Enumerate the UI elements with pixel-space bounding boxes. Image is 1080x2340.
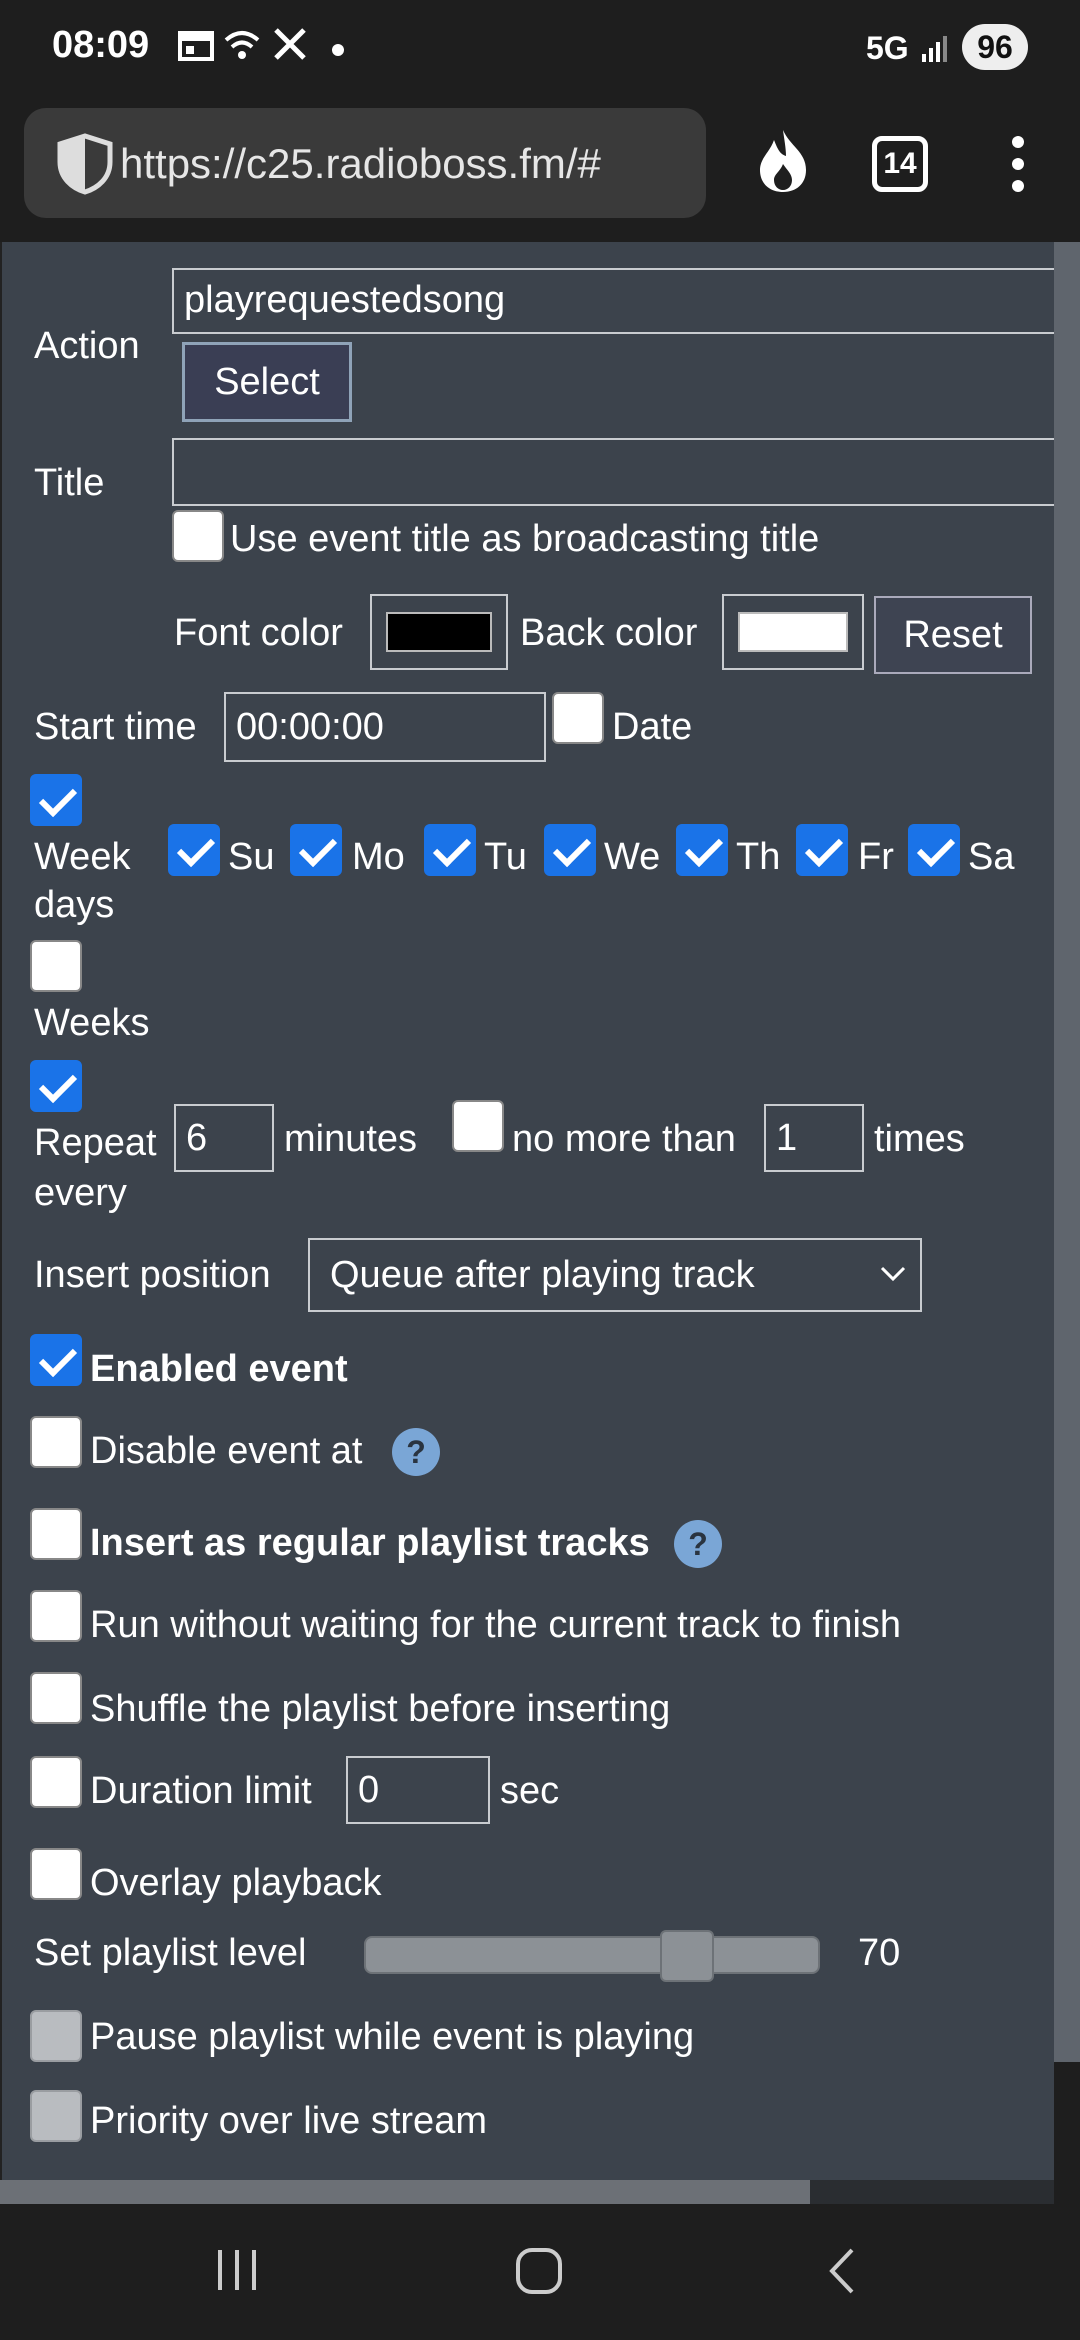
day-tu-checkbox[interactable]: [424, 824, 476, 876]
week-days-label-2: days: [34, 884, 115, 926]
slider-thumb[interactable]: [660, 1930, 714, 1982]
priority-checkbox[interactable]: [30, 2090, 82, 2142]
status-time: 08:09: [52, 24, 150, 66]
enabled-event-label: Enabled event: [90, 1348, 348, 1390]
playlist-level-value: 70: [858, 1932, 901, 1974]
insert-position-select[interactable]: Queue after playing track: [308, 1238, 922, 1312]
repeat-label-2: every: [34, 1172, 127, 1214]
day-su-label: Su: [228, 836, 275, 878]
day-tu-label: Tu: [484, 836, 527, 878]
enabled-event-checkbox[interactable]: [30, 1334, 82, 1386]
home-icon[interactable]: [514, 2246, 564, 2301]
no-more-than-checkbox[interactable]: [452, 1100, 504, 1152]
insert-regular-checkbox[interactable]: [30, 1508, 82, 1560]
week-days-label: Week: [34, 836, 131, 878]
minutes-label: minutes: [284, 1118, 418, 1160]
horizontal-scrollbar-thumb[interactable]: [0, 2180, 810, 2204]
sec-label: sec: [500, 1770, 560, 1812]
run-without-waiting-checkbox[interactable]: [30, 1590, 82, 1642]
day-su-checkbox[interactable]: [168, 824, 220, 876]
day-we-label: We: [604, 836, 661, 878]
week-days-checkbox[interactable]: [30, 774, 82, 826]
day-sa-checkbox[interactable]: [908, 824, 960, 876]
date-label: Date: [612, 706, 693, 748]
times-label: times: [874, 1118, 965, 1160]
insert-position-label: Insert position: [34, 1254, 271, 1296]
day-fr-checkbox[interactable]: [796, 824, 848, 876]
back-icon[interactable]: [826, 2246, 856, 2301]
shield-icon[interactable]: [54, 132, 116, 201]
recent-apps-icon[interactable]: [214, 2248, 260, 2297]
day-fr-label: Fr: [858, 836, 894, 878]
insert-regular-label: Insert as regular playlist tracks: [90, 1522, 650, 1564]
tab-switcher-button[interactable]: 14: [872, 136, 928, 192]
back-color-swatch: [738, 612, 848, 652]
flame-icon[interactable]: [754, 128, 812, 199]
pause-playlist-label: Pause playlist while event is playing: [90, 2016, 695, 2058]
notification-dot-icon: [332, 44, 344, 56]
duration-limit-input[interactable]: 0: [346, 1756, 490, 1824]
action-input[interactable]: playrequestedsong: [172, 268, 1054, 334]
battery-indicator: 96: [962, 24, 1028, 70]
playlist-level-slider[interactable]: [364, 1930, 820, 1982]
font-color-picker[interactable]: [370, 594, 508, 670]
day-mo-label: Mo: [352, 836, 405, 878]
day-we-checkbox[interactable]: [544, 824, 596, 876]
day-mo-checkbox[interactable]: [290, 824, 342, 876]
vertical-scrollbar[interactable]: [1054, 242, 1080, 2062]
overlay-playback-label: Overlay playback: [90, 1862, 382, 1904]
start-time-label: Start time: [34, 706, 197, 748]
shuffle-label: Shuffle the playlist before inserting: [90, 1688, 671, 1730]
weeks-checkbox[interactable]: [30, 940, 82, 992]
help-icon[interactable]: ?: [392, 1428, 440, 1476]
repeat-checkbox[interactable]: [30, 1060, 82, 1112]
wifi-icon: [222, 28, 262, 71]
playlist-level-label: Set playlist level: [34, 1932, 307, 1974]
day-th-checkbox[interactable]: [676, 824, 728, 876]
font-color-label: Font color: [174, 612, 343, 654]
duration-limit-label: Duration limit: [90, 1770, 312, 1812]
back-color-label: Back color: [520, 612, 698, 654]
x-app-icon: [272, 26, 308, 71]
start-time-input[interactable]: 00:00:00: [224, 692, 546, 762]
title-label: Title: [34, 462, 105, 504]
pause-playlist-checkbox[interactable]: [30, 2010, 82, 2062]
duration-limit-checkbox[interactable]: [30, 1756, 82, 1808]
font-color-swatch: [386, 612, 492, 652]
use-title-checkbox[interactable]: [172, 510, 224, 562]
title-input[interactable]: [172, 438, 1054, 506]
shuffle-checkbox[interactable]: [30, 1672, 82, 1724]
date-checkbox[interactable]: [552, 692, 604, 744]
network-type: 5G: [866, 30, 909, 66]
insert-position-value: Queue after playing track: [330, 1254, 755, 1296]
horizontal-scrollbar-track: [810, 2180, 1054, 2204]
signal-icon: [920, 34, 950, 64]
no-more-than-label: no more than: [512, 1118, 736, 1160]
run-without-waiting-label: Run without waiting for the current trac…: [90, 1604, 902, 1646]
disable-event-label: Disable event at: [90, 1430, 363, 1472]
use-title-label: Use event title as broadcasting title: [230, 518, 820, 560]
reset-button[interactable]: Reset: [874, 596, 1032, 674]
repeat-label: Repeat: [34, 1122, 157, 1164]
back-color-picker[interactable]: [722, 594, 864, 670]
disable-event-checkbox[interactable]: [30, 1416, 82, 1468]
chevron-down-icon: [880, 1266, 906, 1282]
priority-label: Priority over live stream: [90, 2100, 487, 2142]
overlay-playback-checkbox[interactable]: [30, 1848, 82, 1900]
repeat-minutes-input[interactable]: 6: [174, 1104, 274, 1172]
action-label: Action: [34, 325, 140, 367]
help-icon[interactable]: ?: [674, 1520, 722, 1568]
day-th-label: Th: [736, 836, 781, 878]
status-bar: [0, 0, 1080, 100]
select-button[interactable]: Select: [182, 342, 352, 422]
calendar-icon: [178, 28, 214, 71]
times-input[interactable]: 1: [764, 1104, 864, 1172]
weeks-label: Weeks: [34, 1002, 150, 1044]
url-text[interactable]: https://c25.radioboss.fm/#: [120, 140, 680, 188]
day-sa-label: Sa: [968, 836, 1015, 878]
more-menu-icon[interactable]: [1010, 136, 1026, 197]
